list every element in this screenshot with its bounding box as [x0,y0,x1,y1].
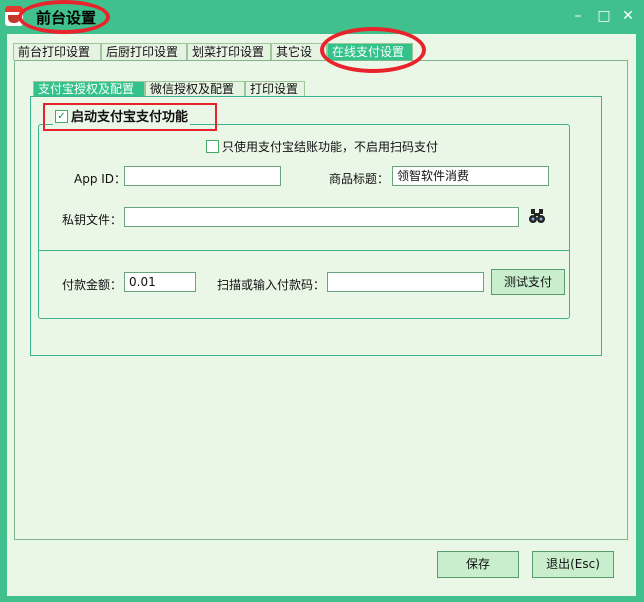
test-payment-button[interactable]: 测试支付 [491,269,565,295]
settings-window: 前台设置 – □ ✕ 前台打印设置 后厨打印设置 划菜打印设置 其它设置 在线支… [0,0,644,602]
app-id-input[interactable] [124,166,281,186]
amount-input[interactable]: 0.01 [124,272,196,292]
subtab-wechat[interactable]: 微信授权及配置 [145,81,245,96]
private-key-input[interactable] [124,207,519,227]
enable-highlight-box [43,103,217,131]
settle-only-label: 只使用支付宝结账功能，不启用扫码支付 [222,140,439,154]
tab-front-print[interactable]: 前台打印设置 [13,43,101,60]
private-key-label: 私钥文件： [62,213,123,227]
save-button[interactable]: 保存 [437,551,519,578]
binoculars-icon[interactable] [529,209,545,223]
minimize-button[interactable]: – [570,8,586,24]
title-bar: 前台设置 – □ ✕ [0,0,644,34]
tab-online-payment[interactable]: 在线支付设置 [327,43,413,60]
subtab-alipay[interactable]: 支付宝授权及配置 [33,81,145,96]
tab-dish-print[interactable]: 划菜打印设置 [187,43,271,60]
dialog-body: 前台打印设置 后厨打印设置 划菜打印设置 其它设置 在线支付设置 支付宝授权及配… [7,34,636,596]
app-id-label: App ID： [74,172,127,186]
exit-button[interactable]: 退出(Esc) [532,551,614,578]
product-title-label: 商品标题： [329,172,390,186]
window-title: 前台设置 [36,9,97,27]
online-payment-panel: 支付宝授权及配置 微信授权及配置 打印设置 只使用支付宝结账功能，不启用扫码支付… [14,60,628,540]
pay-code-label: 扫描或输入付款码： [217,278,326,292]
maximize-button[interactable]: □ [596,8,612,24]
close-button[interactable]: ✕ [620,8,636,24]
settle-only-checkbox-box[interactable] [206,140,219,153]
settle-only-checkbox[interactable]: 只使用支付宝结账功能，不启用扫码支付 [206,138,438,155]
app-logo-icon [5,6,23,26]
divider [39,250,569,251]
pay-code-input[interactable] [327,272,484,292]
product-title-input[interactable]: 领智软件消费 [392,166,549,186]
alipay-config-panel: 只使用支付宝结账功能，不启用扫码支付 App ID： 商品标题： 领智软件消费 … [30,96,602,356]
tab-kitchen-print[interactable]: 后厨打印设置 [101,43,187,60]
amount-label: 付款金额： [62,278,123,292]
alipay-groupbox: 只使用支付宝结账功能，不启用扫码支付 App ID： 商品标题： 领智软件消费 … [38,124,570,319]
subtab-print[interactable]: 打印设置 [245,81,305,96]
tab-other-settings[interactable]: 其它设置 [271,43,327,76]
